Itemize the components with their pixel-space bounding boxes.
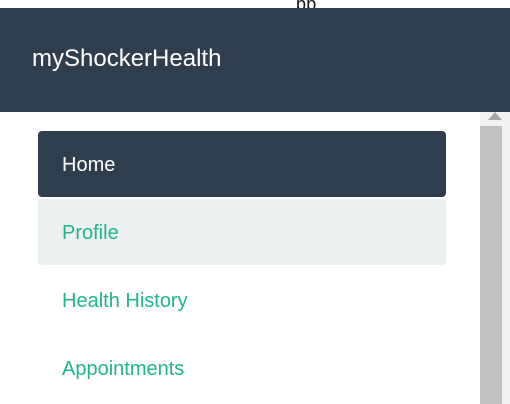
scrollbar-thumb[interactable] [480,126,502,404]
sidebar-item-appointments[interactable]: Appointments [38,335,446,401]
app-header: myShockerHealth [0,8,510,112]
sidebar-nav-list: Home Profile Health History Appointments [38,131,446,403]
vertical-scrollbar[interactable] [480,112,510,404]
app-shell: pp myShockerHealth Home Profile Health H… [0,0,510,404]
sidebar-item-home[interactable]: Home [38,131,446,197]
scroll-up-arrow-icon[interactable] [488,112,502,120]
brand-title: myShockerHealth [32,45,222,72]
sidebar-navigation: Home Profile Health History Appointments [0,112,480,404]
sidebar-item-profile[interactable]: Profile [38,199,446,265]
sidebar-item-health-history[interactable]: Health History [38,267,446,333]
